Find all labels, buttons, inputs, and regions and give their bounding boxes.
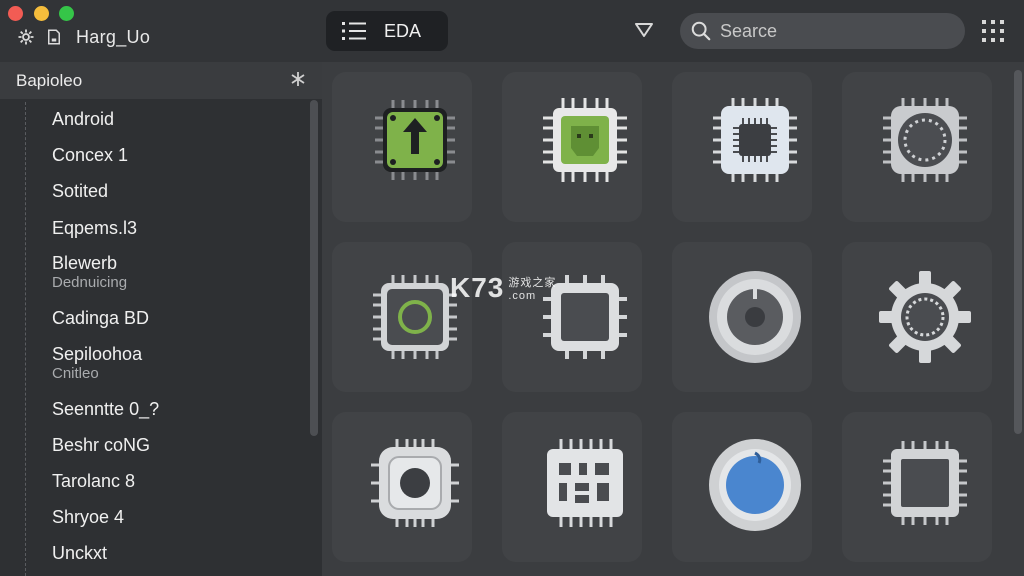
watermark-logo: K73 游戏之家 .com — [450, 272, 556, 304]
sidebar-item-label: Blewerb — [52, 253, 118, 273]
filter-icon[interactable] — [634, 22, 654, 40]
sidebar-item-label: Unckxt — [52, 543, 108, 563]
gear-large-icon[interactable] — [870, 262, 980, 372]
sidebar-header: Bapioleo — [0, 62, 322, 99]
view-label: EDA — [384, 20, 422, 41]
sidebar-item[interactable]: Unckxt — [52, 542, 107, 564]
sidebar-item-label: Tarolanc 8 — [52, 471, 136, 491]
sidebar-item[interactable]: Android — [52, 108, 114, 130]
sidebar-item-sublabel: Cnitleo — [52, 365, 99, 382]
chip-processor-icon[interactable] — [700, 85, 810, 195]
sidebar-item-label: Android — [52, 109, 115, 129]
sidebar-item-label: Seenntte 0_? — [52, 399, 160, 419]
gear-icon[interactable] — [16, 27, 36, 47]
document-icon[interactable] — [44, 27, 64, 47]
sidebar-item[interactable]: Cadinga BD — [52, 307, 149, 329]
chip-robot-icon[interactable] — [530, 85, 640, 195]
sidebar-item[interactable]: Tarolanc 8 — [52, 470, 135, 492]
sidebar: Bapioleo Android Concex 1 Sotited Eqpems… — [0, 62, 322, 576]
chip-dial-icon[interactable] — [870, 85, 980, 195]
chip-pattern-icon[interactable] — [530, 428, 640, 538]
chip-upload-icon[interactable] — [360, 85, 470, 195]
maximize-window-button[interactable] — [59, 6, 74, 21]
sidebar-item[interactable]: Blewerb Dednuicing — [52, 252, 127, 292]
close-window-button[interactable] — [8, 6, 23, 21]
sidebar-item[interactable]: Shryoe 4 — [52, 506, 124, 528]
sidebar-item[interactable]: Concex 1 — [52, 144, 128, 166]
title-bar: Harg_Uo EDA — [0, 0, 1024, 62]
sidebar-item-label: Sotited — [52, 181, 109, 201]
sidebar-item[interactable]: Beshr coNG — [52, 434, 150, 456]
chip-dark-square-icon[interactable] — [870, 428, 980, 538]
grid-scrollbar[interactable] — [1014, 70, 1022, 434]
list-icon — [342, 22, 366, 40]
sidebar-item[interactable]: Eqpems.l3 — [52, 217, 137, 239]
sidebar-item-label: Beshr coNG — [52, 435, 151, 455]
sidebar-item-label: Shryoe 4 — [52, 507, 125, 527]
sidebar-scrollbar[interactable] — [310, 100, 318, 436]
app-title: Harg_Uo — [76, 27, 151, 47]
grid-icon[interactable] — [982, 20, 1004, 42]
sidebar-item-sublabel: Dednuicing — [52, 274, 128, 291]
watermark-text: K73 — [450, 272, 505, 303]
watermark-sub-cn: 游戏之家 — [508, 276, 557, 289]
sidebar-item[interactable]: Sotited — [52, 180, 108, 202]
search-icon — [691, 21, 711, 41]
search-bar[interactable] — [680, 13, 965, 49]
search-input[interactable] — [720, 20, 950, 42]
chip-rounded-icon[interactable] — [360, 428, 470, 538]
tree-guide-line — [25, 102, 26, 576]
sidebar-item[interactable]: Sepiloohoa Cnitleo — [52, 343, 142, 383]
sidebar-item-label: Cadinga BD — [52, 308, 150, 328]
sidebar-title: Bapioleo — [16, 71, 83, 90]
view-toggle-button[interactable]: EDA — [326, 11, 448, 51]
sidebar-item-label: Concex 1 — [52, 145, 129, 165]
sidebar-item-label: Eqpems.l3 — [52, 218, 138, 238]
sidebar-item-label: Sepiloohoa — [52, 344, 143, 364]
pin-icon[interactable] — [290, 71, 306, 87]
dial-knob-icon[interactable] — [700, 262, 810, 372]
blue-orb-icon[interactable] — [700, 428, 810, 538]
sidebar-item[interactable]: Seenntte 0_? — [52, 398, 159, 420]
watermark-sub-domain: .com — [508, 289, 537, 302]
minimize-window-button[interactable] — [34, 6, 49, 21]
